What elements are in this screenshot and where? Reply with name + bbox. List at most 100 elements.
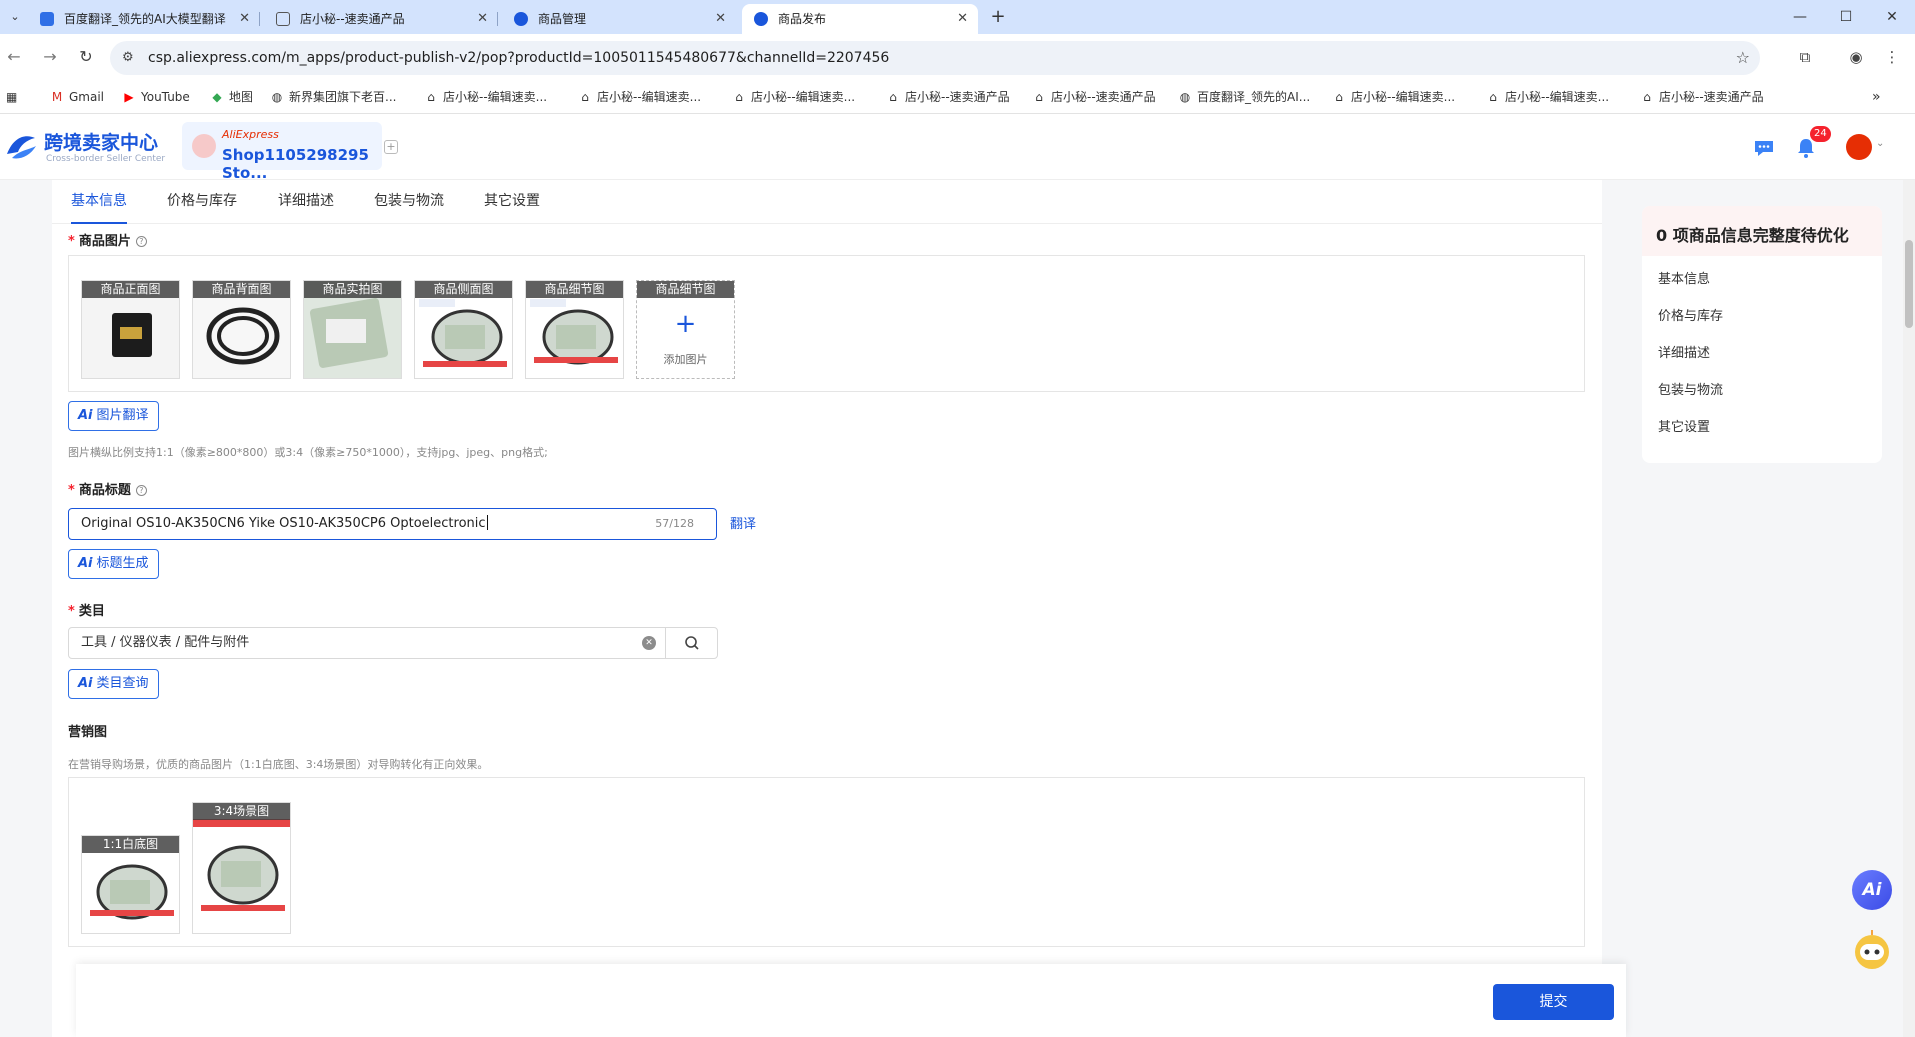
- image-slot-side[interactable]: 商品侧面图: [414, 280, 513, 379]
- youtube-icon: ▶: [124, 90, 134, 104]
- folder-robot-icon: ⌂: [889, 90, 897, 104]
- url-text[interactable]: csp.aliexpress.com/m_apps/product-publis…: [148, 41, 889, 75]
- robot-assistant-icon[interactable]: [1850, 928, 1894, 972]
- category-search-button[interactable]: [665, 628, 717, 658]
- window-close-icon[interactable]: ✕: [1869, 0, 1915, 34]
- back-icon[interactable]: ←: [2, 45, 26, 69]
- browser-tab[interactable]: 商品管理 ✕: [502, 4, 736, 34]
- bookmark-label: 新界集团旗下老百...: [289, 90, 397, 104]
- submit-button[interactable]: 提交: [1493, 984, 1614, 1020]
- tab-description[interactable]: 详细描述: [278, 180, 334, 222]
- image-slot-front[interactable]: 商品正面图: [81, 280, 180, 379]
- menu-kebab-icon[interactable]: ⋮: [1882, 47, 1902, 67]
- marketing-slot-square[interactable]: 1:1白底图: [81, 835, 180, 934]
- panel-link-other-settings[interactable]: 其它设置: [1658, 416, 1710, 435]
- folder-robot-icon: ⌂: [581, 90, 589, 104]
- tab-title: 百度翻译_领先的AI大模型翻译: [64, 12, 226, 26]
- gmail-icon: M: [51, 90, 63, 104]
- maps-icon: ◆: [212, 90, 222, 104]
- maximize-icon[interactable]: ☐: [1823, 0, 1869, 34]
- slot-caption: 商品细节图: [526, 281, 623, 298]
- title-value[interactable]: Original OS10-AK350CN6 Yike OS10-AK350CP…: [81, 509, 488, 538]
- bookmark-item[interactable]: ⌂ 店小秘--编辑速卖...: [1332, 80, 1455, 114]
- user-avatar[interactable]: [1846, 134, 1872, 160]
- product-title-input[interactable]: Original OS10-AK350CN6 Yike OS10-AK350CP…: [68, 508, 717, 540]
- more-bookmarks-icon[interactable]: »: [1872, 80, 1881, 114]
- help-icon[interactable]: ?: [135, 236, 147, 247]
- bookmark-label: 店小秘--编辑速卖...: [1351, 90, 1456, 104]
- panel-link-description[interactable]: 详细描述: [1658, 342, 1710, 361]
- seller-center-logo-icon[interactable]: [4, 132, 38, 162]
- panel-link-basic-info[interactable]: 基本信息: [1658, 268, 1710, 287]
- panel-link-price-stock[interactable]: 价格与库存: [1658, 305, 1723, 324]
- clear-icon[interactable]: ✕: [642, 636, 656, 650]
- shop-avatar: [192, 134, 216, 158]
- image-translate-button[interactable]: Ai 图片翻译: [68, 401, 159, 431]
- bookmark-star-icon[interactable]: ☆: [1736, 41, 1750, 75]
- bookmark-label: 店小秘--速卖通产品: [1051, 90, 1156, 104]
- message-icon[interactable]: [1752, 136, 1776, 160]
- bookmark-item[interactable]: ⌂ 店小秘--编辑速卖...: [578, 80, 701, 114]
- image-slot-back[interactable]: 商品背面图: [192, 280, 291, 379]
- bookmark-item[interactable]: ⌂ 店小秘--速卖通产品: [1032, 80, 1156, 114]
- help-icon[interactable]: ?: [135, 485, 147, 496]
- bookmark-item[interactable]: ⌂ 店小秘--速卖通产品: [1640, 80, 1763, 114]
- address-bar[interactable]: ⚙ csp.aliexpress.com/m_apps/product-publ…: [110, 41, 1760, 75]
- reload-icon[interactable]: ↻: [74, 45, 98, 69]
- add-shop-icon[interactable]: +: [384, 140, 398, 154]
- browser-tab[interactable]: 百度翻译_领先的AI大模型翻译 ✕: [28, 4, 260, 34]
- scrollbar-thumb[interactable]: [1905, 240, 1913, 328]
- browser-tab-active[interactable]: 商品发布 ✕: [742, 4, 978, 34]
- add-image-slot[interactable]: 商品细节图 + 添加图片: [636, 280, 735, 379]
- marketing-slot-scene[interactable]: 3:4场景图: [192, 802, 291, 934]
- tab-search-icon[interactable]: ⌄: [6, 8, 24, 26]
- translate-link[interactable]: 翻译: [730, 513, 756, 532]
- close-icon[interactable]: ✕: [715, 4, 726, 34]
- tab-logistics[interactable]: 包装与物流: [374, 180, 444, 222]
- bookmark-item[interactable]: ⌂ 店小秘--编辑速卖...: [1486, 80, 1609, 114]
- tab-title: 商品发布: [778, 12, 827, 26]
- bookmark-maps[interactable]: ◆ 地图: [210, 80, 253, 114]
- category-select[interactable]: 工具 / 仪器仪表 / 配件与附件 ✕: [68, 627, 718, 659]
- minimize-icon[interactable]: —: [1777, 0, 1823, 34]
- product-images-label: * 商品图片?: [68, 230, 147, 249]
- close-icon[interactable]: ✕: [239, 4, 250, 34]
- tab-other-settings[interactable]: 其它设置: [484, 180, 540, 222]
- slot-caption: 商品背面图: [193, 281, 290, 298]
- bookmark-label: 店小秘--速卖通产品: [905, 90, 1010, 104]
- apps-grid-icon[interactable]: ▦: [6, 80, 17, 114]
- bookmark-item[interactable]: ◍ 百度翻译_领先的AI...: [1178, 80, 1310, 114]
- panel-link-logistics[interactable]: 包装与物流: [1658, 379, 1723, 398]
- bookmark-item[interactable]: ⌂ 店小秘--速卖通产品: [886, 80, 1010, 114]
- bookmark-youtube[interactable]: ▶ YouTube: [122, 80, 190, 114]
- shop-switcher[interactable]: AliExpress Shop1105298295 Sto...: [182, 122, 382, 182]
- bookmark-item[interactable]: ⌂ 店小秘--编辑速卖...: [424, 80, 547, 114]
- category-query-button[interactable]: Ai 类目查询: [68, 669, 159, 699]
- forward-icon[interactable]: →: [38, 45, 62, 69]
- bookmark-item[interactable]: ⌂ 店小秘--编辑速卖...: [732, 80, 855, 114]
- bookmark-gmail[interactable]: M Gmail: [50, 80, 104, 114]
- globe-icon: ◍: [271, 90, 283, 104]
- new-tab-icon[interactable]: +: [988, 6, 1008, 28]
- chevron-down-icon[interactable]: ⌄: [1876, 138, 1884, 149]
- page-scrollbar[interactable]: [1903, 180, 1915, 1037]
- ai-assistant-button[interactable]: Ai: [1852, 870, 1892, 910]
- bookmark-label: YouTube: [141, 90, 190, 104]
- image-slot-real[interactable]: 商品实拍图: [303, 280, 402, 379]
- extensions-icon[interactable]: ⧉: [1795, 47, 1815, 67]
- bookmark-item[interactable]: ◍ 新界集团旗下老百...: [270, 80, 397, 114]
- baidu-translate-favicon-icon: [40, 12, 54, 26]
- profile-icon[interactable]: ◉: [1846, 47, 1866, 67]
- bookmark-label: Gmail: [69, 90, 105, 104]
- close-icon[interactable]: ✕: [477, 4, 488, 34]
- plus-icon: +: [674, 309, 697, 339]
- ai-icon: Ai: [78, 408, 93, 423]
- site-info-icon[interactable]: ⚙: [122, 50, 138, 66]
- tab-basic-info[interactable]: 基本信息: [71, 180, 127, 224]
- close-icon[interactable]: ✕: [957, 4, 968, 34]
- title-generate-button[interactable]: Ai 标题生成: [68, 549, 159, 579]
- marketing-hint: 在营销导购场景，优质的商品图片（1:1白底图、3:4场景图）对导购转化有正向效果…: [68, 758, 489, 771]
- tab-price-stock[interactable]: 价格与库存: [167, 180, 237, 222]
- browser-tab[interactable]: 店小秘--速卖通产品 ✕: [264, 4, 498, 34]
- image-slot-detail[interactable]: 商品细节图: [525, 280, 624, 379]
